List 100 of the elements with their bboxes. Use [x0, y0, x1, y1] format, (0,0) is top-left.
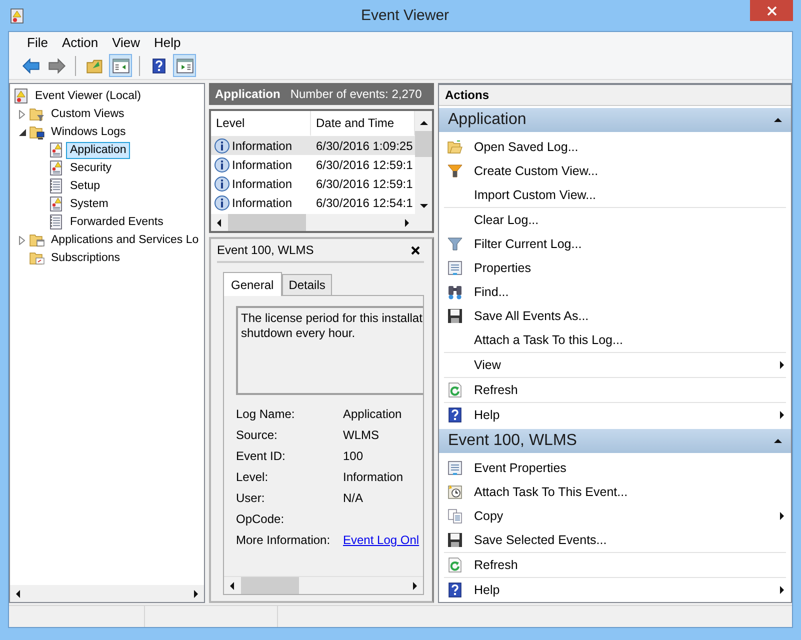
window-title: Event Viewer: [360, 7, 450, 24]
refresh-icon: [447, 557, 463, 573]
app-icon: [9, 8, 25, 24]
tree-item[interactable]: Event Viewer (Local): [31, 88, 145, 104]
menu-item[interactable]: File: [20, 34, 55, 50]
submenu-arrow-icon[interactable]: [777, 586, 785, 594]
log-alert-icon: [48, 196, 64, 212]
event-row-level[interactable]: Information: [211, 155, 311, 174]
field-label: Source:: [236, 428, 278, 444]
section-header[interactable]: Application: [439, 108, 791, 132]
collapse-arrow-icon[interactable]: [18, 128, 26, 136]
expand-arrow-icon[interactable]: [19, 110, 25, 118]
tree-pane-button[interactable]: [109, 54, 132, 77]
help-icon: [150, 58, 166, 74]
event-count: Number of events: 2,270: [290, 87, 422, 101]
action-link[interactable]: Save All Events As...: [474, 309, 786, 323]
scroll-right-icon[interactable]: [402, 218, 410, 226]
action-link[interactable]: Clear Log...: [474, 213, 786, 227]
event-row-level[interactable]: Information: [211, 174, 311, 193]
action-link[interactable]: Attach Task To This Event...: [474, 485, 786, 499]
tree-item[interactable]: Forwarded Events: [66, 214, 168, 230]
properties-icon: [447, 260, 463, 276]
action-link[interactable]: Import Custom View...: [474, 188, 786, 202]
close-button[interactable]: [750, 0, 793, 21]
action-link[interactable]: Find...: [474, 285, 786, 299]
log-icon: [48, 214, 64, 230]
tree-item[interactable]: Security: [66, 160, 116, 176]
folder-window-icon: [29, 232, 45, 248]
menu-item[interactable]: Help: [147, 34, 188, 50]
section-header[interactable]: Event 100, WLMS: [439, 429, 791, 453]
tree-item[interactable]: System: [66, 196, 112, 212]
filter-icon: [447, 236, 463, 252]
action-link[interactable]: Properties: [474, 261, 786, 275]
info-icon: [214, 194, 230, 210]
clock-icon: [447, 484, 463, 500]
tree-item[interactable]: Setup: [66, 178, 104, 194]
scroll-left-icon[interactable]: [15, 590, 23, 598]
field-value: N/A: [343, 491, 364, 507]
field-label: User:: [236, 491, 266, 507]
action-link[interactable]: View: [474, 358, 776, 372]
field-label: OpCode:: [236, 512, 286, 528]
action-pane-button[interactable]: [173, 54, 196, 77]
refresh-icon: [447, 382, 463, 398]
close-icon[interactable]: [411, 246, 420, 254]
tab[interactable]: General: [223, 272, 282, 296]
scroll-left-icon[interactable]: [229, 582, 237, 590]
event-description: The license period for this installat shutdown every hour.: [236, 306, 423, 395]
action-link[interactable]: Copy: [474, 509, 776, 523]
scroll-right-icon[interactable]: [410, 582, 418, 590]
scroll-down-icon[interactable]: [420, 202, 428, 210]
action-link[interactable]: Help: [474, 408, 776, 422]
tree-item[interactable]: Application: [66, 142, 130, 158]
action-link[interactable]: Refresh: [474, 558, 786, 572]
scrollbar-thumb[interactable]: [228, 214, 306, 231]
scroll-up-icon[interactable]: [420, 119, 428, 127]
field-value: Application: [343, 407, 403, 423]
log-alert-icon: [48, 160, 64, 176]
action-link[interactable]: Open Saved Log...: [474, 140, 786, 154]
event-row-level[interactable]: Information: [211, 136, 311, 155]
scrollbar-thumb[interactable]: [241, 577, 299, 594]
table-cell: 6/30/2016 1:09:25: [311, 136, 415, 155]
pane-icon: [112, 56, 130, 74]
menu-item[interactable]: View: [105, 34, 148, 50]
field-label: Log Name:: [236, 407, 296, 423]
event-log-link[interactable]: Event Log Onl: [343, 533, 420, 547]
tab[interactable]: Details: [282, 274, 332, 295]
field-value: 100: [343, 449, 364, 465]
action-link[interactable]: Help: [474, 583, 776, 597]
scrollbar-thumb[interactable]: [415, 131, 432, 157]
expand-arrow-icon[interactable]: [19, 236, 25, 244]
event-log-icon: [13, 88, 29, 104]
action-link[interactable]: Event Properties: [474, 461, 786, 475]
panel-title: Event 100, WLMS: [217, 243, 314, 257]
action-link[interactable]: Refresh: [474, 383, 786, 397]
collapse-arrow-icon[interactable]: [774, 437, 782, 445]
field-label: Level:: [236, 470, 270, 486]
scroll-right-icon[interactable]: [191, 590, 199, 598]
action-link[interactable]: Create Custom View...: [474, 164, 786, 178]
open-folder-icon: [447, 139, 463, 155]
action-link[interactable]: Save Selected Events...: [474, 533, 786, 547]
tree-item[interactable]: Windows Logs: [47, 124, 130, 140]
menu-item[interactable]: Action: [54, 34, 106, 50]
event-row-level[interactable]: Information: [211, 193, 311, 212]
collapse-arrow-icon[interactable]: [774, 116, 782, 124]
log-icon: [48, 178, 64, 194]
submenu-arrow-icon[interactable]: [777, 411, 785, 419]
log-alert-icon: [48, 142, 64, 158]
section-title: Application: [448, 111, 526, 129]
field-label: Event ID:: [236, 449, 286, 465]
tree-item[interactable]: Subscriptions: [47, 250, 124, 266]
tree-item[interactable]: Custom Views: [47, 106, 128, 122]
properties-icon: [447, 460, 463, 476]
scroll-left-icon[interactable]: [216, 218, 224, 226]
action-link[interactable]: Filter Current Log...: [474, 237, 786, 251]
tree-item[interactable]: Applications and Services Lo: [47, 232, 203, 248]
action-link[interactable]: Attach a Task To this Log...: [474, 333, 786, 347]
submenu-arrow-icon[interactable]: [777, 512, 785, 520]
submenu-arrow-icon[interactable]: [777, 361, 785, 369]
section-title: Event 100, WLMS: [448, 432, 577, 450]
binoculars-icon: [447, 284, 463, 300]
